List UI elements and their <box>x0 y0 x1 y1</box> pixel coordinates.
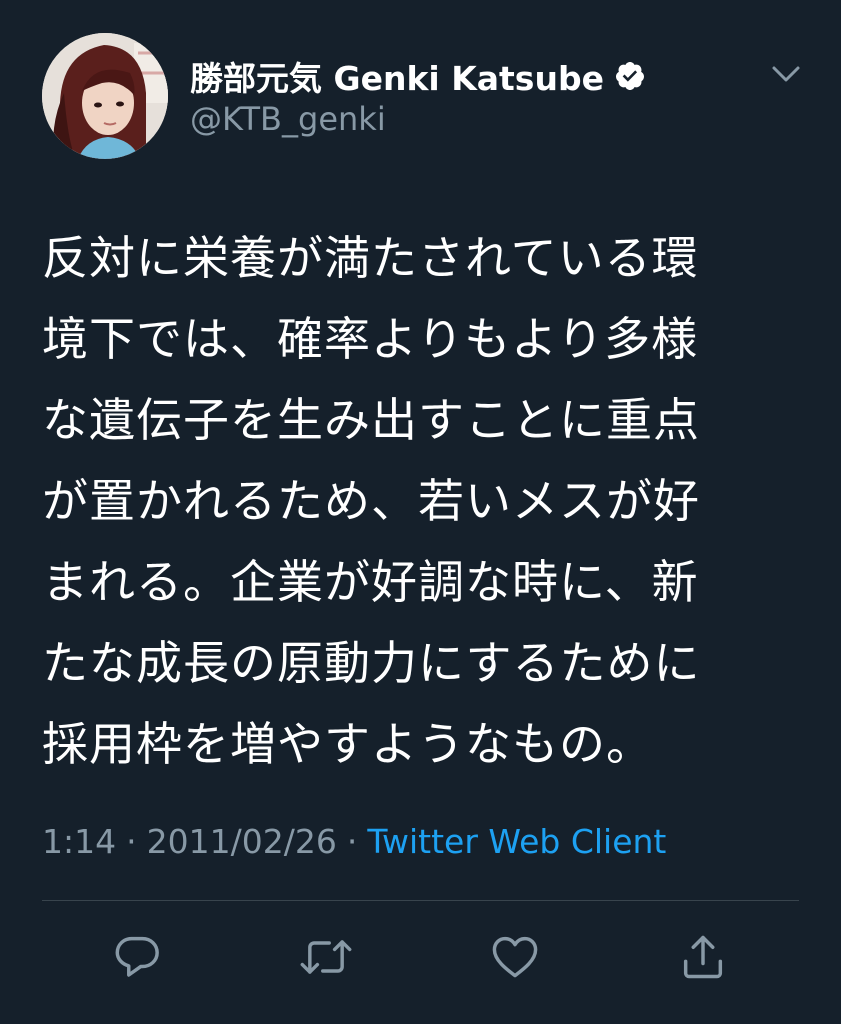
tweet-text: 反対に栄養が満たされている環 境下では、確率よりもより多様 な遺伝子を生み出すこ… <box>42 218 802 785</box>
reply-button[interactable] <box>105 925 169 989</box>
tweet-text-line: な遺伝子を生み出すことに重点 <box>42 393 700 447</box>
tweet-time[interactable]: 1:14 <box>42 822 116 861</box>
tweet-metadata: 1:14 · 2011/02/26 · Twitter Web Client <box>42 822 666 861</box>
retweet-button[interactable] <box>294 925 358 989</box>
bottom-edge <box>0 1014 841 1024</box>
share-icon <box>683 935 723 979</box>
tweet-text-line: 反対に栄養が満たされている環 <box>42 231 699 285</box>
chevron-down-icon[interactable] <box>766 58 806 92</box>
tweet-date[interactable]: 2011/02/26 <box>147 822 337 861</box>
meta-separator: · <box>126 822 137 861</box>
tweet-actions <box>0 925 841 989</box>
verified-badge-icon <box>614 60 646 92</box>
retweet-icon <box>300 940 352 974</box>
share-button[interactable] <box>671 925 735 989</box>
author-name-row: 勝部元気 Genki Katsube <box>190 54 646 98</box>
author-handle[interactable]: @KTB_genki <box>190 100 386 138</box>
tweet-text-line: まれる。企業が好調な時に、新 <box>42 555 699 609</box>
reply-icon <box>115 936 159 977</box>
author-display-name[interactable]: 勝部元気 Genki Katsube <box>190 52 604 100</box>
tweet-source-link[interactable]: Twitter Web Client <box>367 822 666 861</box>
tweet-text-line: が置かれるため、若いメスが好 <box>42 474 700 528</box>
tweet-text-line: 採用枠を増やすようなもの。 <box>42 717 653 771</box>
tweet-text-line: 境下では、確率よりもより多様 <box>42 312 699 366</box>
meta-separator: · <box>346 822 358 861</box>
tweet-text-line: たな成長の原動力にするために <box>42 636 701 690</box>
avatar-photo <box>42 33 168 159</box>
heart-icon <box>492 936 538 978</box>
divider <box>42 900 799 901</box>
like-button[interactable] <box>483 925 547 989</box>
tweet-card: 勝部元気 Genki Katsube @KTB_genki 反対に栄養が満たされ… <box>0 0 841 1024</box>
avatar[interactable] <box>42 33 168 159</box>
